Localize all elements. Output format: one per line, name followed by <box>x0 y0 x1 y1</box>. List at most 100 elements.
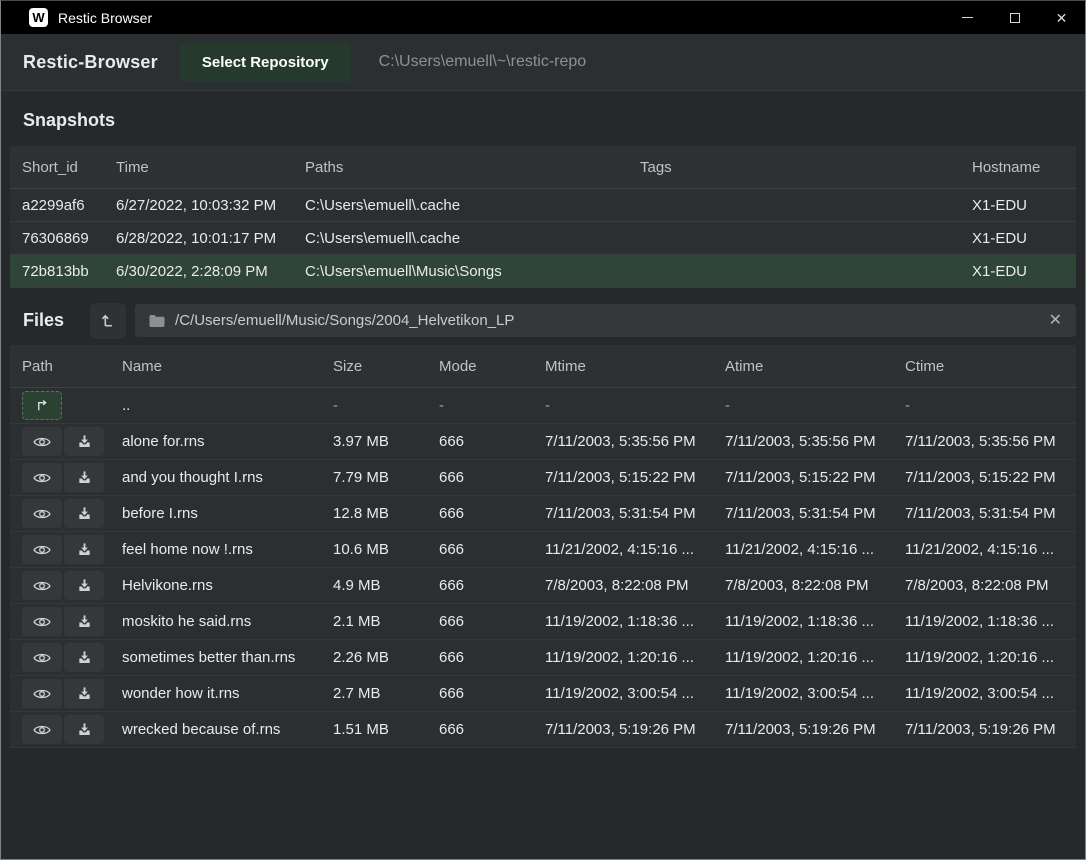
column-header-short-id: Short_id <box>10 159 104 176</box>
file-mode: 666 <box>439 577 545 594</box>
file-mode: 666 <box>439 433 545 450</box>
maximize-icon <box>1010 13 1020 23</box>
file-size: 10.6 MB <box>333 541 439 558</box>
snapshot-paths: C:\Users\emuell\.cache <box>293 230 628 247</box>
restore-file-button[interactable] <box>64 607 104 636</box>
app-header: Restic-Browser Select Repository C:\User… <box>1 34 1085 91</box>
preview-file-button[interactable] <box>22 571 62 600</box>
file-mode: 666 <box>439 469 545 486</box>
restore-file-button[interactable] <box>64 715 104 744</box>
column-header-hostname: Hostname <box>960 159 1076 176</box>
file-row: sometimes better than.rns 2.26 MB 666 11… <box>10 640 1076 676</box>
restore-file-button[interactable] <box>64 643 104 672</box>
column-header-time: Time <box>104 159 293 176</box>
file-name: and you thought I.rns <box>122 469 333 486</box>
minimize-icon <box>962 17 973 18</box>
snapshot-paths: C:\Users\emuell\.cache <box>293 197 628 214</box>
snapshot-hostname: X1-EDU <box>960 263 1076 280</box>
folder-icon <box>149 314 165 328</box>
file-row: wrecked because of.rns 1.51 MB 666 7/11/… <box>10 712 1076 748</box>
column-header-path: Path <box>10 358 122 375</box>
preview-file-button[interactable] <box>22 715 62 744</box>
minimize-button[interactable] <box>944 1 991 34</box>
file-ctime: 7/11/2003, 5:15:22 PM <box>905 469 1076 486</box>
snapshots-table-header: Short_id Time Paths Tags Hostname <box>10 146 1076 189</box>
clear-path-button[interactable]: ✕ <box>1049 313 1062 329</box>
snapshots-table: Short_id Time Paths Tags Hostname a2299a… <box>10 146 1076 288</box>
file-ctime: 7/11/2003, 5:35:56 PM <box>905 433 1076 450</box>
preview-file-button[interactable] <box>22 535 62 564</box>
file-atime: 7/11/2003, 5:31:54 PM <box>725 505 905 522</box>
file-ctime: 11/19/2002, 3:00:54 ... <box>905 685 1076 702</box>
file-row: alone for.rns 3.97 MB 666 7/11/2003, 5:3… <box>10 424 1076 460</box>
preview-file-button[interactable] <box>22 643 62 672</box>
preview-file-button[interactable] <box>22 427 62 456</box>
up-one-level-button[interactable] <box>90 303 126 339</box>
file-ctime: 7/11/2003, 5:19:26 PM <box>905 721 1076 738</box>
snapshots-table-body: a2299af6 6/27/2022, 10:03:32 PM C:\Users… <box>10 189 1076 288</box>
path-breadcrumb[interactable]: /C/Users/emuell/Music/Songs/2004_Helveti… <box>135 304 1076 337</box>
file-atime: 11/19/2002, 3:00:54 ... <box>725 685 905 702</box>
parent-row-atime: - <box>725 397 905 414</box>
window-title: Restic Browser <box>58 10 152 26</box>
file-atime: 7/8/2003, 8:22:08 PM <box>725 577 905 594</box>
snapshot-row[interactable]: 76306869 6/28/2022, 10:01:17 PM C:\Users… <box>10 222 1076 255</box>
eye-icon <box>33 579 51 593</box>
file-size: 7.79 MB <box>333 469 439 486</box>
file-mode: 666 <box>439 721 545 738</box>
file-size: 4.9 MB <box>333 577 439 594</box>
snapshot-time: 6/30/2022, 2:28:09 PM <box>104 263 293 280</box>
snapshots-section-title: Snapshots <box>1 91 1085 146</box>
file-size: 12.8 MB <box>333 505 439 522</box>
files-table-body: alone for.rns 3.97 MB 666 7/11/2003, 5:3… <box>10 424 1076 748</box>
restore-file-button[interactable] <box>64 571 104 600</box>
snapshot-row[interactable]: a2299af6 6/27/2022, 10:03:32 PM C:\Users… <box>10 189 1076 222</box>
restore-file-button[interactable] <box>64 535 104 564</box>
download-icon <box>77 470 92 485</box>
file-row: before I.rns 12.8 MB 666 7/11/2003, 5:31… <box>10 496 1076 532</box>
download-icon <box>77 686 92 701</box>
file-atime: 7/11/2003, 5:35:56 PM <box>725 433 905 450</box>
file-ctime: 7/8/2003, 8:22:08 PM <box>905 577 1076 594</box>
select-repository-button[interactable]: Select Repository <box>180 43 351 82</box>
preview-file-button[interactable] <box>22 499 62 528</box>
file-atime: 7/11/2003, 5:19:26 PM <box>725 721 905 738</box>
restic-browser-window: W Restic Browser ✕ Restic-Browser Select… <box>0 0 1086 860</box>
preview-file-button[interactable] <box>22 463 62 492</box>
eye-icon <box>33 723 51 737</box>
file-mtime: 7/11/2003, 5:19:26 PM <box>545 721 725 738</box>
repository-path: C:\Users\emuell\~\restic-repo <box>379 53 587 71</box>
preview-file-button[interactable] <box>22 679 62 708</box>
file-atime: 11/19/2002, 1:18:36 ... <box>725 613 905 630</box>
file-ctime: 11/19/2002, 1:20:16 ... <box>905 649 1076 666</box>
eye-icon <box>33 435 51 449</box>
parent-row-mode: - <box>439 397 545 414</box>
column-header-mtime: Mtime <box>545 358 725 375</box>
file-size: 2.1 MB <box>333 613 439 630</box>
parent-row-ctime: - <box>905 397 1076 414</box>
go-to-parent-button[interactable] <box>22 391 62 420</box>
preview-file-button[interactable] <box>22 607 62 636</box>
maximize-button[interactable] <box>991 1 1038 34</box>
snapshot-hostname: X1-EDU <box>960 197 1076 214</box>
file-mode: 666 <box>439 613 545 630</box>
file-name: alone for.rns <box>122 433 333 450</box>
download-icon <box>77 722 92 737</box>
close-button[interactable]: ✕ <box>1038 1 1085 34</box>
file-ctime: 11/21/2002, 4:15:16 ... <box>905 541 1076 558</box>
restore-file-button[interactable] <box>64 499 104 528</box>
file-mode: 666 <box>439 505 545 522</box>
restore-file-button[interactable] <box>64 463 104 492</box>
snapshot-row[interactable]: 72b813bb 6/30/2022, 2:28:09 PM C:\Users\… <box>10 255 1076 288</box>
download-icon <box>77 578 92 593</box>
file-atime: 7/11/2003, 5:15:22 PM <box>725 469 905 486</box>
close-icon: ✕ <box>1056 11 1068 25</box>
file-mtime: 7/11/2003, 5:35:56 PM <box>545 433 725 450</box>
eye-icon <box>33 507 51 521</box>
restore-file-button[interactable] <box>64 679 104 708</box>
file-mtime: 11/21/2002, 4:15:16 ... <box>545 541 725 558</box>
snapshot-short-id: a2299af6 <box>10 197 104 214</box>
restore-file-button[interactable] <box>64 427 104 456</box>
file-name: Helvikone.rns <box>122 577 333 594</box>
files-table-header: Path Name Size Mode Mtime Atime Ctime <box>10 345 1076 388</box>
